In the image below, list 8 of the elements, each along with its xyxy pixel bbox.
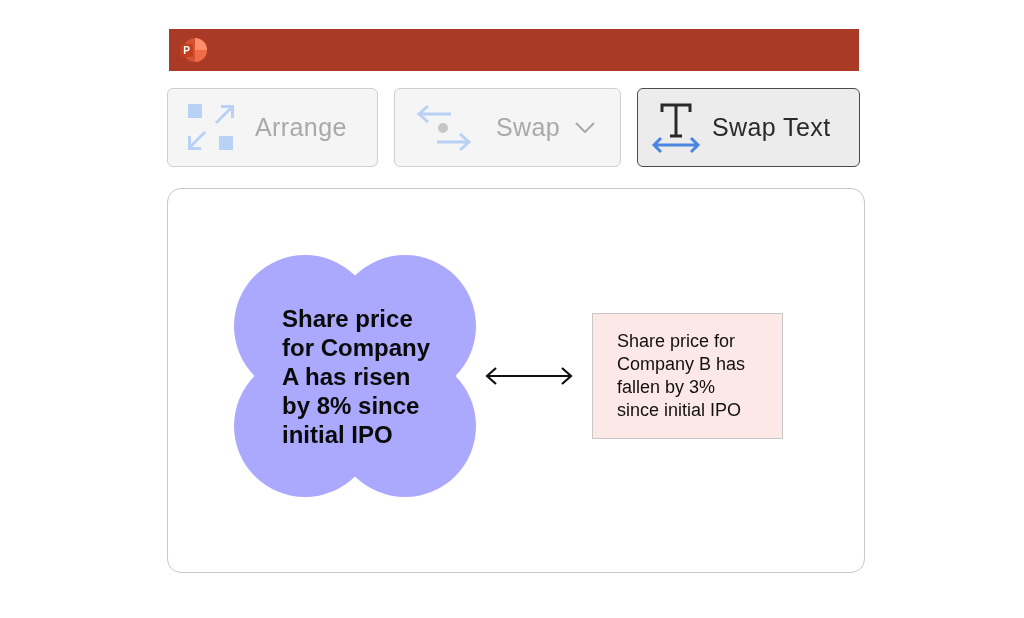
- double-arrow-icon: [485, 366, 573, 386]
- swap-text-button[interactable]: Swap Text: [637, 88, 860, 167]
- shape-text: Share price for Company A has risen by 8% since initial IPO: [282, 303, 431, 449]
- arrange-icon: [188, 104, 234, 151]
- swap-arrows-icon: [417, 103, 471, 152]
- logo-letter: P: [180, 44, 193, 57]
- text-box: Share price for Company B has fallen by 3% since initial IPO: [592, 313, 783, 439]
- text-swap-icon: [651, 102, 701, 153]
